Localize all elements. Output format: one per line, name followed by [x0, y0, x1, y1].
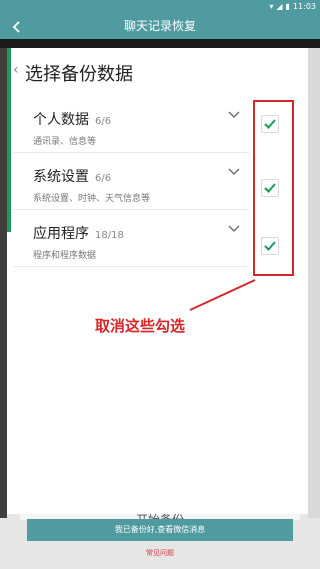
- annotation-text: 取消这些勾选: [95, 317, 186, 335]
- annotation-arrow: [189, 279, 256, 311]
